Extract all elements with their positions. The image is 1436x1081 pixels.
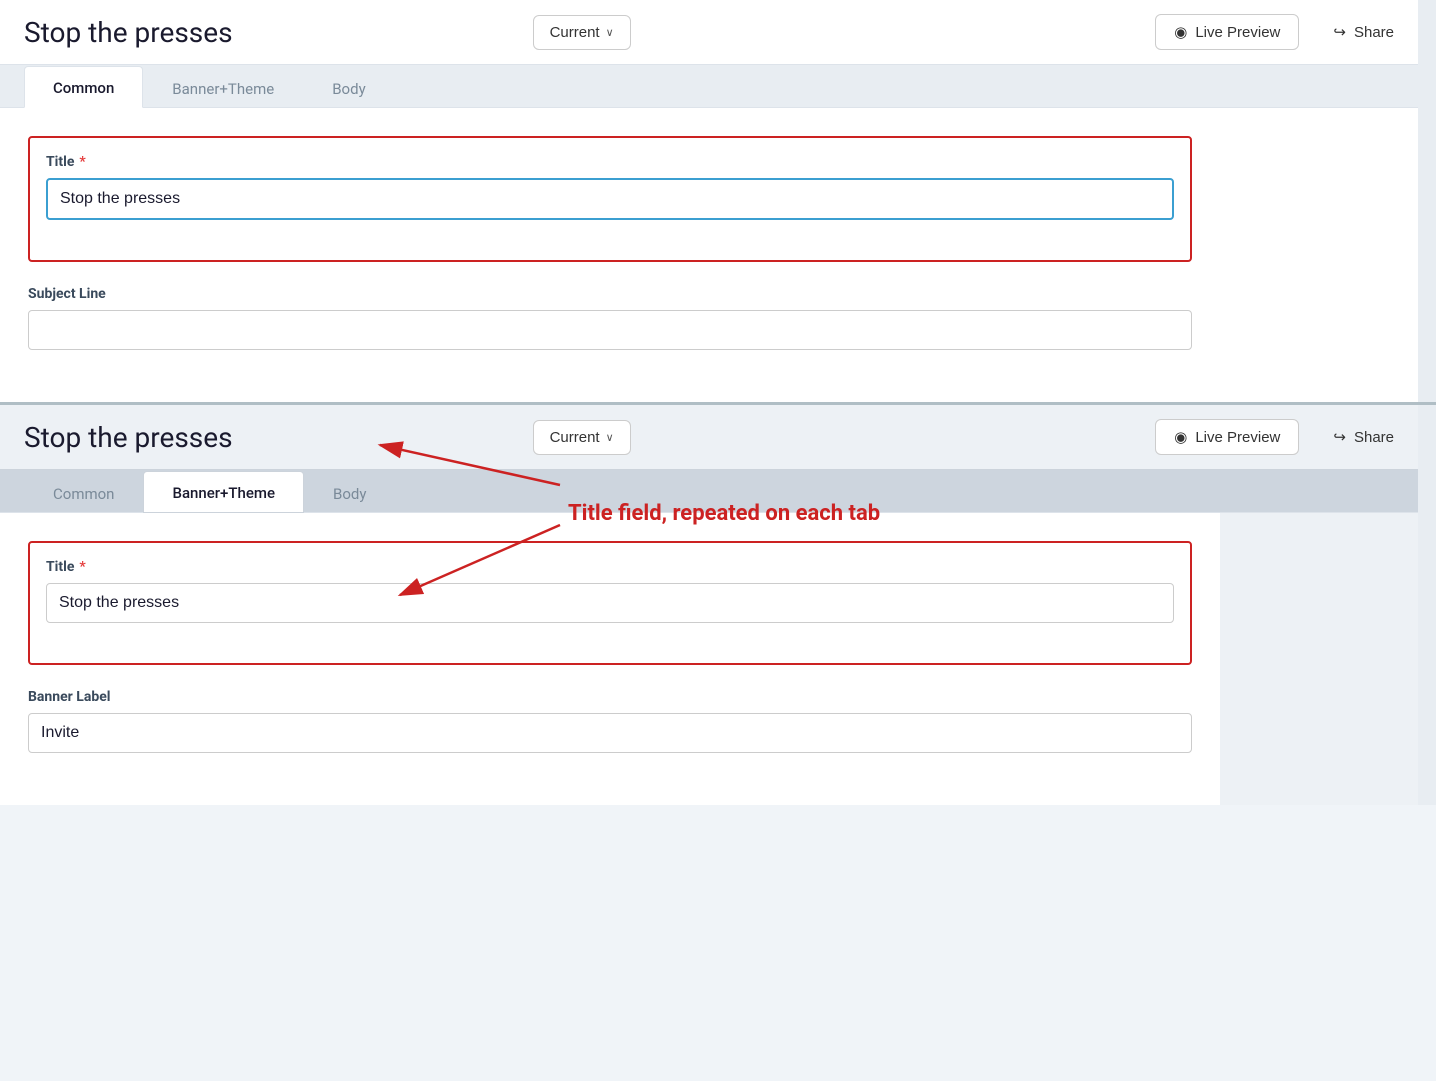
top-version-label: Current [550,24,600,41]
bottom-live-preview-button[interactable]: ◉ Live Preview [1155,419,1299,455]
top-title-red-box: Title * [28,136,1192,262]
top-eye-icon: ◉ [1174,23,1187,41]
bottom-tab-banner-theme[interactable]: Banner+Theme [143,471,304,513]
bottom-version-dropdown[interactable]: Current ∨ [533,420,631,455]
bottom-tab-common[interactable]: Common [24,472,143,513]
top-live-preview-button[interactable]: ◉ Live Preview [1155,14,1299,50]
bottom-tab-body[interactable]: Body [304,472,395,513]
bottom-scroll-strip [1418,405,1436,805]
bottom-eye-icon: ◉ [1174,428,1187,446]
top-header: Stop the presses Current ∨ ◉ Live Previe… [0,0,1436,65]
top-scroll-strip [1418,0,1436,402]
bottom-share-button[interactable]: ↪ Share [1315,420,1412,454]
top-share-label: Share [1354,24,1394,41]
bottom-share-icon: ↪ [1333,428,1346,446]
top-content-area: Title * Subject Line [0,108,1220,402]
top-title-label: Title * [46,154,1174,170]
bottom-title-label: Title * [46,559,1174,575]
top-subject-line-input[interactable] [28,310,1192,350]
top-tab-common[interactable]: Common [24,66,143,108]
top-live-preview-label: Live Preview [1195,24,1280,41]
bottom-live-preview-label: Live Preview [1195,429,1280,446]
bottom-banner-label-input[interactable] [28,713,1192,753]
top-tab-body[interactable]: Body [303,67,394,108]
bottom-share-label: Share [1354,429,1394,446]
top-version-chevron: ∨ [606,26,614,39]
bottom-page-title: Stop the presses [24,421,517,454]
bottom-title-input[interactable] [46,583,1174,623]
top-panel: Stop the presses Current ∨ ◉ Live Previe… [0,0,1436,405]
top-version-dropdown[interactable]: Current ∨ [533,15,631,50]
top-share-button[interactable]: ↪ Share [1315,15,1412,49]
bottom-banner-label-label: Banner Label [28,689,1192,705]
top-share-icon: ↪ [1333,23,1346,41]
top-page-title: Stop the presses [24,16,517,49]
top-subject-line-field-group: Subject Line [28,286,1192,350]
bottom-title-field-group: Title * [46,559,1174,623]
bottom-title-red-box: Title * [28,541,1192,665]
top-subject-line-label: Subject Line [28,286,1192,302]
bottom-version-label: Current [550,429,600,446]
top-title-input[interactable] [46,178,1174,220]
top-title-required: * [79,154,85,170]
bottom-version-chevron: ∨ [606,431,614,444]
bottom-banner-label-field-group: Banner Label [28,689,1192,753]
top-tabs-bar: Common Banner+Theme Body [0,65,1436,108]
top-title-field-group: Title * [46,154,1174,220]
bottom-title-required: * [79,559,85,575]
bottom-tabs-bar: Common Banner+Theme Body [0,470,1436,513]
top-tab-banner-theme[interactable]: Banner+Theme [143,67,303,108]
two-panels: Stop the presses Current ∨ ◉ Live Previe… [0,0,1436,805]
bottom-panel: Stop the presses Current ∨ ◉ Live Previe… [0,405,1436,805]
bottom-header: Stop the presses Current ∨ ◉ Live Previe… [0,405,1436,470]
bottom-content-area: Title * Banner Label [0,513,1220,805]
